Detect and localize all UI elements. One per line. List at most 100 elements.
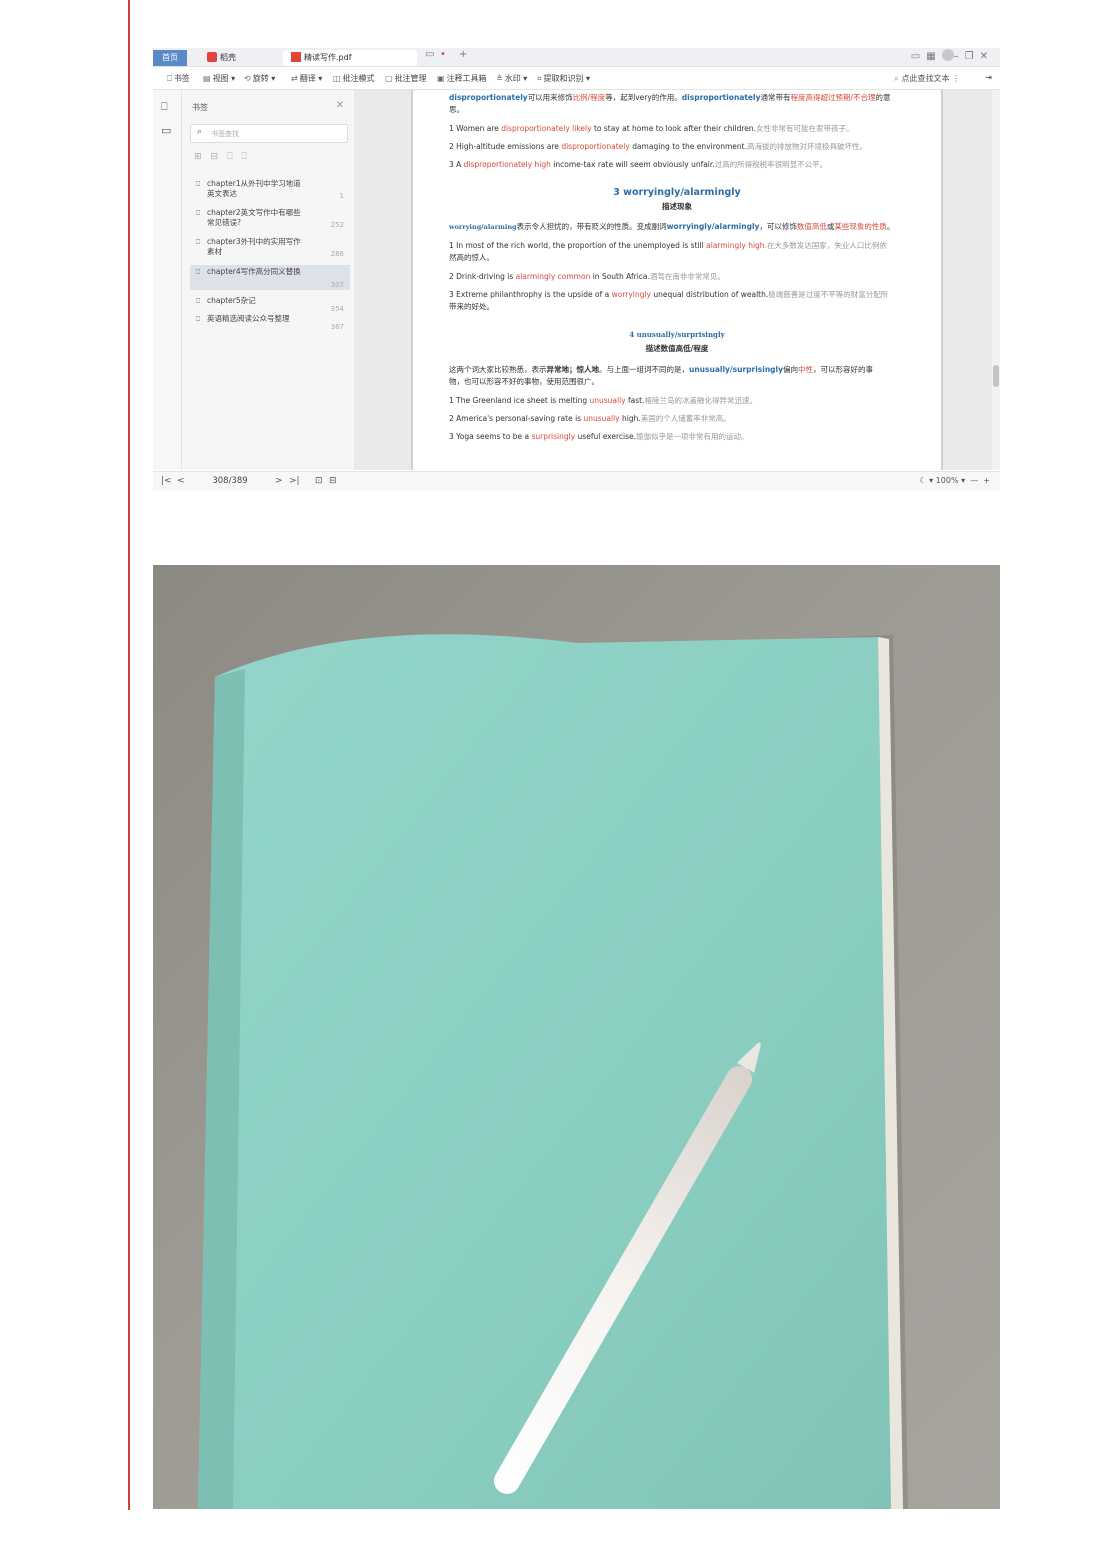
close-icon[interactable]: ✕ [980, 51, 994, 62]
left-rail: ⎕ ▭ [153, 90, 182, 470]
bookmark-item-page: 286 [330, 250, 344, 258]
first-page-icon[interactable]: |< [161, 476, 172, 486]
fit-page-icon[interactable]: ⊡ [315, 476, 323, 486]
zoom-out-icon[interactable]: — [970, 476, 978, 485]
bookmark-icon: ⎕ [196, 268, 201, 276]
view-tool-button[interactable]: ▤ 视图 ▾ [203, 73, 235, 84]
bookmark-panel: 书签 ✕ ⌕ 书签查找 ⊞⊟⎕⎕ ⎕ chapter1从外刊中学习地道英文表达 1 … [182, 90, 355, 470]
example-sentence: 3 A disproportionately high income-tax r… [449, 160, 828, 169]
bookmark-item[interactable]: ⎕ chapter5杂记 354 [190, 296, 350, 313]
bookmark-item[interactable]: ⎕ chapter2英文写作中有哪些常见错误? 252 [190, 208, 350, 230]
bookmark-search-input[interactable]: ⌕ 书签查找 [190, 124, 348, 143]
toolbar: ⎕ 书签 ▤ 视图 ▾ ⟲ 旋转 ▾ ⇄ 翻译 ▾ ◫ 批注模式 ▢ 批注管理 ▣ 注释工具箱… [153, 67, 1000, 90]
document-canvas[interactable]: disproportionately可以用来修饰比例/程度等，起到very的作用… [354, 90, 1000, 470]
bookmark-item-page: 354 [330, 305, 344, 313]
window-controls: ▭▦ –❐✕ [911, 49, 994, 62]
extract-icon: ⌗ [537, 74, 542, 83]
bookmark-item-label: 英语精选阅读公众号整理 [207, 314, 290, 323]
bookmark-search-placeholder: 书签查找 [211, 130, 239, 138]
translate-tool-button[interactable]: ⇄ 翻译 ▾ [291, 73, 322, 84]
bookmark-panel-title: 书签 [192, 103, 208, 112]
status-bar: |< < 308/389 > >| ⊡ ⊟ ☾ ▾ 100% ▾ — + [153, 471, 1000, 491]
left-margin-rule [128, 0, 130, 1510]
bookmark-item[interactable]: ⎕ chapter3外刊中的实用写作素材 286 [190, 237, 350, 259]
example-sentence: 3 Extreme philanthrophy is the upside of… [449, 290, 889, 299]
close-icon[interactable]: ✕ [336, 100, 344, 111]
example-sentence: 1 In most of the rich world, the proport… [449, 241, 887, 250]
notebook-photo [153, 565, 1000, 1509]
bookmark-tools: ⊞⊟⎕⎕ [194, 152, 256, 162]
bookmark-item-page: 1 [339, 192, 344, 200]
watermark-label: 水印 [504, 74, 521, 83]
example-sentence: 1 The Greenland ice sheet is melting unu… [449, 396, 757, 405]
paragraph-line: 这两个词大家比较熟悉，表示异常地；惊人地。与上面一组词不同的是，unusuall… [449, 365, 873, 374]
notebook-cover [198, 634, 891, 1509]
user-avatar-icon[interactable] [941, 49, 954, 61]
bookmark-icon: ⎕ [196, 180, 201, 188]
page-number-input[interactable]: 308/389 [193, 475, 267, 488]
section-subheading: 描述数值高低/程度 [645, 344, 709, 353]
find-text-label: 点此查找文本 [901, 74, 950, 83]
collapse-all-icon[interactable]: ⊟ [211, 152, 228, 162]
scrollbar-thumb[interactable] [993, 365, 999, 387]
example-sentence: 2 Drink-driving is alarmingly common in … [449, 272, 725, 281]
translate-tool-label: 翻译 [299, 74, 316, 83]
extract-button[interactable]: ⌗ 提取和识别 ▾ [537, 73, 590, 84]
tab-comment-icon[interactable]: ▭ [425, 49, 434, 60]
notebook-illustration [198, 634, 908, 1509]
new-tab-plus-icon[interactable]: + [459, 49, 467, 60]
expand-all-icon[interactable]: ⊞ [194, 152, 211, 162]
vertical-scrollbar[interactable] [992, 90, 1000, 470]
annot-manage-button[interactable]: ▢ 批注管理 [385, 73, 427, 84]
bookmark-item-page: 367 [330, 323, 344, 331]
last-page-icon[interactable]: >| [289, 476, 300, 486]
layout-icon[interactable]: ▭ [911, 51, 926, 62]
bookmark-icon: ⎕ [196, 238, 201, 246]
annot-tools-button[interactable]: ▣ 注释工具箱 [437, 73, 487, 84]
pdf-reader-screenshot: 首页 稻壳 精读写作.pdf ▭ • + ▭▦ –❐✕ ⎕ 书签 ▤ 视图 ▾ ⟲ 旋转… [153, 48, 1000, 491]
section-heading: 3 worryingly/alarmingly [613, 187, 741, 198]
watermark-button[interactable]: ≙ 水印 ▾ [496, 73, 527, 84]
next-page-icon[interactable]: > [275, 476, 283, 486]
paragraph-line: disproportionately可以用来修饰比例/程度等，起到very的作用… [449, 93, 891, 102]
prev-page-icon[interactable]: < [177, 476, 185, 486]
add-bookmark-icon[interactable]: ⎕ [227, 152, 241, 162]
tab-pdf-label: 精读写作.pdf [304, 53, 352, 62]
tab-bar: 首页 稻壳 精读写作.pdf ▭ • + ▭▦ –❐✕ [153, 48, 1000, 67]
tab-home[interactable]: 首页 [153, 50, 187, 66]
comment-rail-icon[interactable]: ▭ [161, 124, 171, 137]
zoom-level[interactable]: 100% [936, 476, 959, 485]
bookmark-item[interactable]: ⎕ 英语精选阅读公众号整理 367 [190, 314, 350, 331]
paragraph-line: 物，也可以形容不好的事物，使用范围很广。 [449, 377, 599, 386]
night-mode-icon[interactable]: ☾ [919, 476, 926, 485]
search-icon: ⌕ [197, 127, 203, 137]
bookmark-flag-icon[interactable]: ⎕ [242, 152, 256, 162]
bookmark-item[interactable]: ⎕ chapter1从外刊中学习地道英文表达 1 [190, 179, 350, 201]
tab-pdf-document[interactable]: 精读写作.pdf [283, 50, 417, 66]
rotate-tool-button[interactable]: ⟲ 旋转 ▾ [244, 73, 275, 84]
example-sentence-cont: 带来的好处。 [449, 302, 494, 311]
annot-tools-label: 注释工具箱 [446, 74, 487, 83]
section-heading: 4 unusually/surprisingly [629, 330, 725, 339]
zoom-control: ☾ ▾ 100% ▾ — + [919, 476, 990, 485]
tab-daoke-label: 稻壳 [220, 53, 236, 62]
document-page: disproportionately可以用来修饰比例/程度等，起到very的作用… [411, 90, 943, 470]
bookmark-icon: ⎕ [196, 315, 201, 323]
find-text-button[interactable]: ⌕ 点此查找文本 ⋮ [894, 73, 960, 84]
unsaved-dot-icon: • [440, 49, 446, 60]
tab-daoke[interactable]: 稻壳 [199, 50, 244, 66]
restore-icon[interactable]: ❐ [965, 51, 980, 62]
minimize-icon[interactable]: – [954, 51, 965, 62]
bookmark-rail-icon[interactable]: ⎕ [161, 100, 168, 114]
exit-icon[interactable]: ⇥ [985, 73, 992, 82]
bookmark-tool-button[interactable]: ⎕ 书签 [167, 73, 190, 84]
view-icon: ▤ [203, 74, 211, 83]
annot-manage-label: 批注管理 [394, 74, 427, 83]
grid-icon[interactable]: ▦ [926, 51, 941, 62]
bookmark-item-active[interactable]: ⎕ chapter4写作高分同义替换 307 [190, 265, 350, 290]
fit-width-icon[interactable]: ⊟ [329, 476, 337, 486]
annot-mode-button[interactable]: ◫ 批注模式 [333, 73, 375, 84]
daoke-logo-icon [207, 52, 217, 62]
zoom-in-icon[interactable]: + [983, 476, 990, 485]
example-sentence: 1 Women are disproportionately likely to… [449, 124, 854, 133]
